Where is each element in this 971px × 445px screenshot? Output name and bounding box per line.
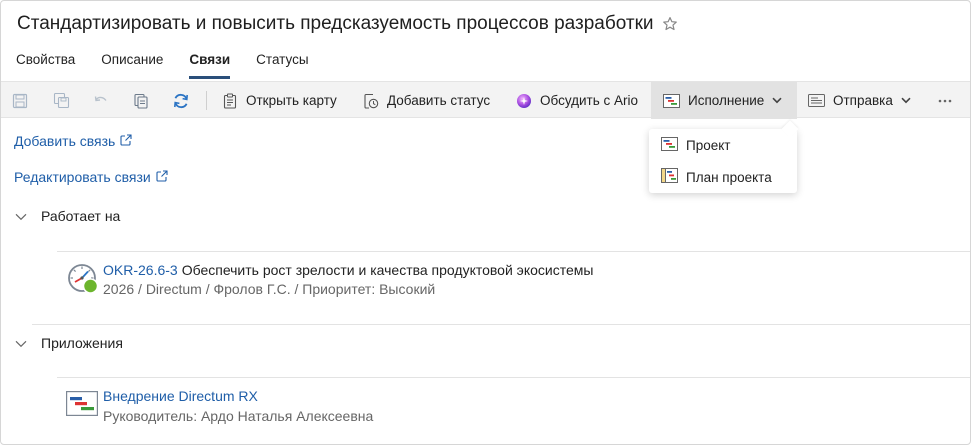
project-icon bbox=[661, 136, 678, 154]
okr-item-link[interactable]: OKR-26.6-3 bbox=[103, 262, 178, 278]
add-status-label: Добавить статус bbox=[387, 93, 491, 108]
save-button[interactable] bbox=[12, 82, 28, 119]
discuss-ario-button[interactable]: Обсудить с Ario bbox=[516, 82, 638, 119]
open-card-button[interactable]: Открыть карту bbox=[222, 82, 337, 119]
chevron-down-icon bbox=[901, 97, 911, 104]
project-item-subtitle: Руководитель: Ардо Наталья Алексеевна bbox=[103, 408, 374, 424]
project-item-link[interactable]: Внедрение Directum RX bbox=[103, 388, 258, 404]
send-button[interactable]: Отправка bbox=[808, 82, 911, 119]
discuss-ario-label: Обсудить с Ario bbox=[540, 93, 639, 108]
project-item-title: Внедрение Directum RX bbox=[103, 388, 258, 404]
card-icon bbox=[222, 93, 238, 109]
page-title: Стандартизировать и повысить предсказуем… bbox=[17, 13, 654, 34]
project-plan-icon bbox=[661, 168, 678, 186]
undo-button[interactable] bbox=[93, 82, 109, 119]
ario-icon bbox=[516, 93, 532, 109]
refresh-button[interactable] bbox=[172, 82, 190, 119]
menu-item-project-plan-label: План проекта bbox=[686, 169, 772, 185]
divider bbox=[32, 324, 970, 325]
chevron-down-icon bbox=[15, 335, 27, 351]
more-button[interactable] bbox=[938, 82, 952, 119]
favorite-star-icon[interactable] bbox=[662, 16, 678, 32]
okr-item-title: OKR-26.6-3 Обеспечить рост зрелости и кач… bbox=[103, 262, 593, 278]
execution-label: Исполнение bbox=[688, 93, 765, 108]
copy-button[interactable] bbox=[133, 82, 149, 119]
add-status-button[interactable]: Добавить статус bbox=[363, 82, 490, 119]
okr-item-subtitle: 2026 / Directum / Фролов Г.С. / Приорите… bbox=[103, 281, 436, 297]
toolbar-separator bbox=[206, 91, 207, 110]
status-icon bbox=[363, 93, 379, 109]
title-row: Стандартизировать и повысить предсказуем… bbox=[17, 11, 678, 37]
menu-item-project-plan[interactable]: План проекта bbox=[649, 161, 797, 193]
project-icon bbox=[65, 390, 99, 419]
tab-statuses[interactable]: Статусы bbox=[256, 49, 308, 81]
add-link-label: Добавить связь bbox=[14, 133, 116, 149]
save-all-button[interactable] bbox=[53, 82, 70, 119]
tab-links[interactable]: Связи bbox=[189, 49, 230, 81]
external-link-icon bbox=[115, 133, 132, 149]
execution-button[interactable]: Исполнение bbox=[651, 82, 797, 119]
card-window: Стандартизировать и повысить предсказуем… bbox=[0, 0, 971, 445]
more-icon bbox=[938, 99, 952, 103]
divider bbox=[57, 251, 970, 252]
section-attachments-label: Приложения bbox=[41, 335, 123, 351]
save-all-icon bbox=[53, 92, 70, 109]
section-works-for[interactable]: Работает на bbox=[15, 206, 120, 226]
tab-properties[interactable]: Свойства bbox=[16, 49, 75, 81]
toolbar: Открыть карту Добавить статус Обсудить с… bbox=[1, 81, 970, 119]
okr-item-name: Обеспечить рост зрелости и качества прод… bbox=[181, 262, 594, 278]
menu-item-project[interactable]: Проект bbox=[649, 129, 797, 161]
refresh-icon bbox=[172, 92, 190, 110]
execution-dropdown-menu: Проект План проекта bbox=[649, 129, 797, 193]
section-attachments[interactable]: Приложения bbox=[15, 333, 123, 353]
edit-links-label: Редактировать связи bbox=[14, 169, 151, 185]
chevron-down-icon bbox=[772, 97, 782, 104]
send-icon bbox=[808, 94, 825, 107]
send-label: Отправка bbox=[833, 93, 893, 108]
tab-bar: Свойства Описание Связи Статусы bbox=[1, 49, 320, 81]
chevron-down-icon bbox=[15, 208, 27, 224]
save-icon bbox=[12, 93, 28, 109]
undo-icon bbox=[93, 93, 109, 109]
menu-item-project-label: Проект bbox=[686, 137, 731, 153]
okr-goal-icon bbox=[67, 263, 99, 298]
copy-icon bbox=[133, 93, 149, 109]
external-link-icon bbox=[151, 169, 168, 185]
tab-description[interactable]: Описание bbox=[101, 49, 163, 81]
add-link-link[interactable]: Добавить связь bbox=[14, 133, 132, 149]
execution-icon bbox=[663, 93, 680, 108]
edit-links-link[interactable]: Редактировать связи bbox=[14, 169, 168, 185]
divider bbox=[57, 377, 970, 378]
section-works-for-label: Работает на bbox=[41, 208, 121, 224]
open-card-label: Открыть карту bbox=[246, 93, 337, 108]
